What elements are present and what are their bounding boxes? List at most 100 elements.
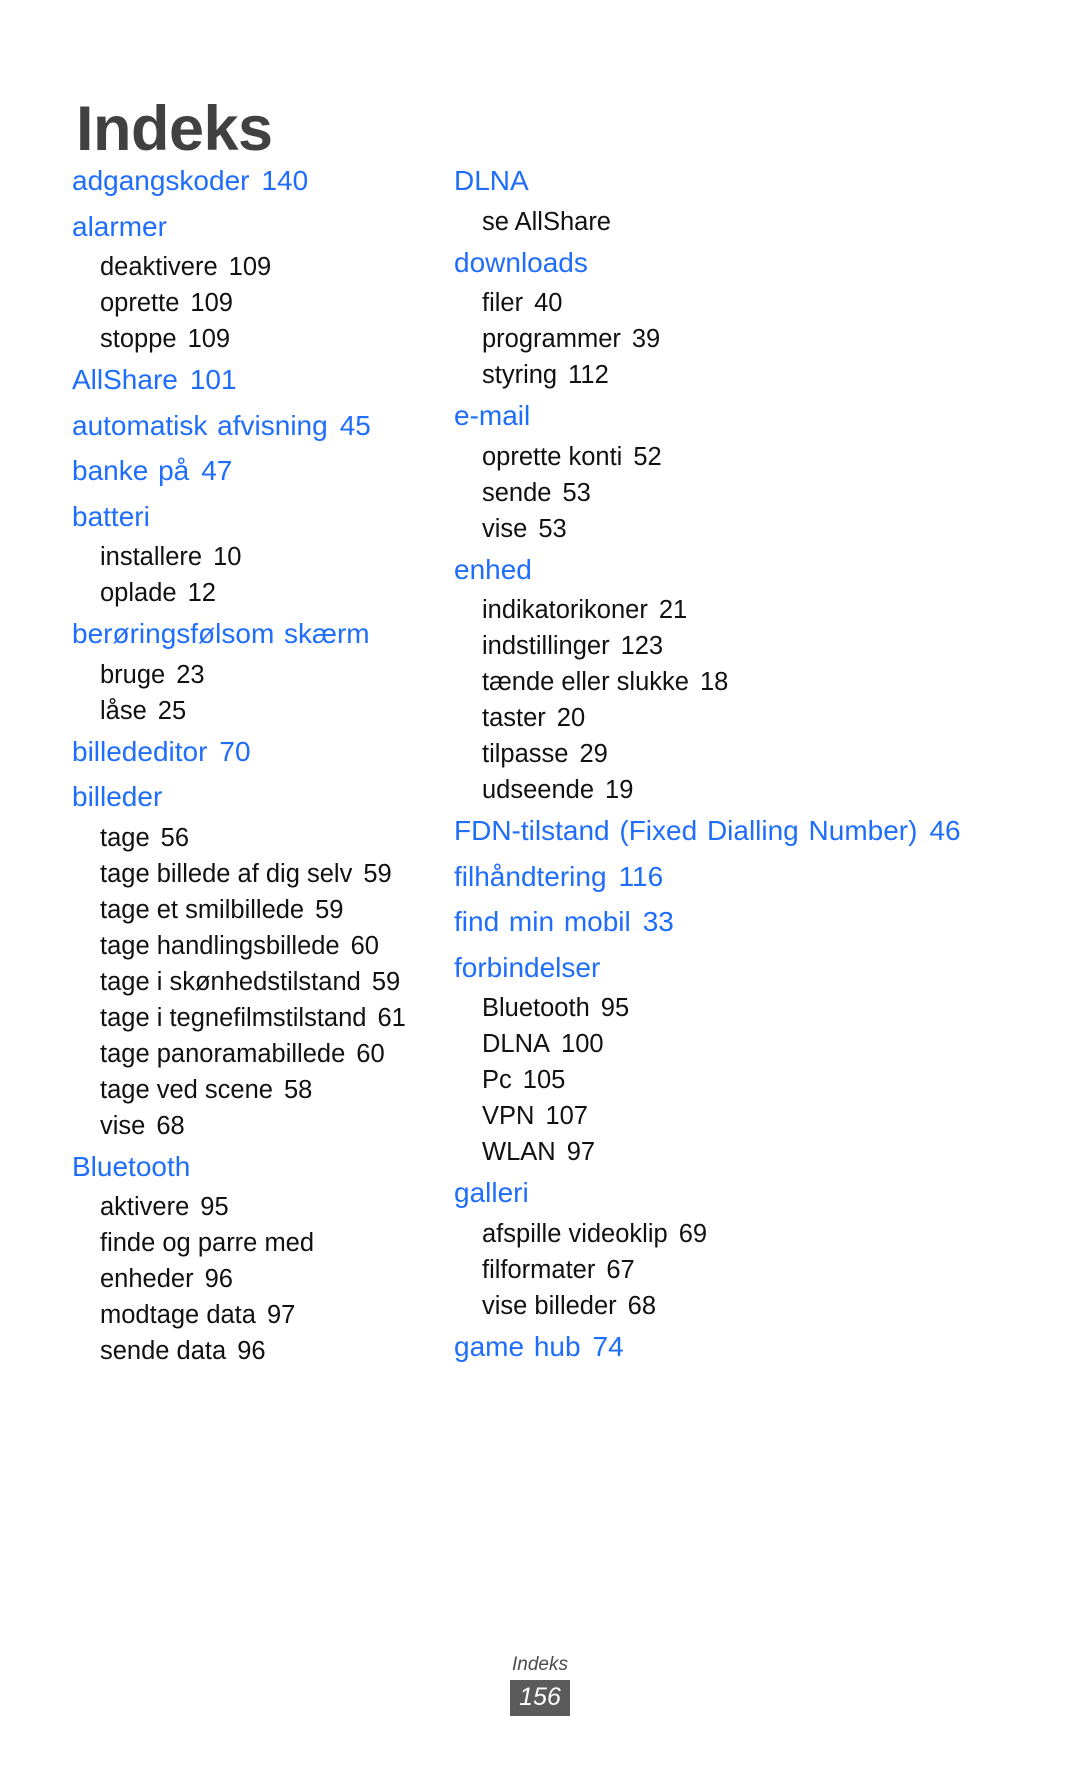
index-subentry[interactable]: VPN 107 (454, 1098, 1018, 1134)
index-entry-term-label: berøringsfølsom skærm (72, 618, 370, 649)
index-entry: e-mail oprette konti 52 sende 53 vise 53 (454, 393, 1018, 547)
index-subentry[interactable]: indikatorikoner 21 (454, 592, 1018, 628)
index-entry-term-label: billeder (72, 781, 163, 812)
index-subentry[interactable]: WLAN 97 (454, 1134, 1018, 1170)
index-entry-term[interactable]: filhåndtering 116 (454, 854, 1018, 900)
index-subentry[interactable]: installere 10 (72, 539, 424, 575)
index-subentry[interactable]: se AllShare (454, 204, 1018, 240)
index-subentry-page-number: 21 (658, 596, 688, 624)
index-entry-term[interactable]: berøringsfølsom skærm (72, 611, 424, 657)
index-subentry[interactable]: afspille videoklip 69 (454, 1216, 1018, 1252)
index-subentry[interactable]: vise 68 (72, 1108, 424, 1144)
index-subentry[interactable]: udseende 19 (454, 772, 1018, 808)
index-entry-term[interactable]: billeder (72, 774, 424, 820)
index-subentry-page-number: 40 (534, 289, 563, 317)
index-subentry-page-number: 58 (283, 1075, 313, 1104)
index-subentry-page-number: 67 (606, 1255, 635, 1284)
index-subentry[interactable]: tilpasse 29 (454, 736, 1018, 772)
index-entry-term[interactable]: adgangskoder 140 (72, 158, 424, 204)
index-entry: DLNA se AllShare (454, 158, 1018, 240)
index-subentry[interactable]: tage panoramabillede 60 (72, 1036, 424, 1072)
index-subentry[interactable]: oprette 109 (72, 285, 424, 321)
index-subentry[interactable]: programmer 39 (454, 321, 1018, 357)
index-subentry-page-number: 109 (228, 253, 272, 281)
index-entry-term[interactable]: automatisk afvisning 45 (72, 403, 424, 449)
index-subentry-page-number: 19 (605, 776, 634, 804)
index-entry: billededitor 70 (72, 729, 424, 775)
index-entry-term-label: DLNA (454, 165, 529, 196)
index-subentry-page-number: 59 (363, 859, 392, 888)
index-entry-page-number: 140 (261, 165, 309, 196)
index-subentry[interactable]: tage ved scene 58 (72, 1072, 424, 1108)
index-entry-term[interactable]: FDN-tilstand (Fixed Dialling Number) 46 (454, 808, 1018, 854)
index-subentry[interactable]: vise billeder 68 (454, 1288, 1018, 1324)
index-entry-term[interactable]: downloads (454, 240, 1018, 286)
index-subentry[interactable]: deaktivere 109 (72, 249, 424, 285)
index-entry-term[interactable]: Bluetooth (72, 1144, 424, 1190)
index-subentry[interactable]: Bluetooth 95 (454, 990, 1018, 1026)
index-entry-term-label: AllShare (72, 364, 178, 395)
index-subentry[interactable]: tage billede af dig selv 59 (72, 856, 424, 892)
index-entry-page-number: 101 (189, 364, 237, 395)
index-subentry[interactable]: tage handlingsbillede 60 (72, 928, 424, 964)
index-entry: automatisk afvisning 45 (72, 403, 424, 449)
index-subentry[interactable]: sende 53 (454, 475, 1018, 511)
index-entry-term[interactable]: alarmer (72, 204, 424, 250)
index-subentry[interactable]: sende data 96 (72, 1333, 424, 1369)
index-column-right: DLNA se AllShare downloads filer 40 programme… (428, 158, 1028, 1369)
index-subentry[interactable]: tænde eller slukke 18 (454, 664, 1018, 700)
index-entry-term[interactable]: AllShare 101 (72, 357, 424, 403)
index-entry-term[interactable]: DLNA (454, 158, 1018, 204)
index-subentry[interactable]: låse 25 (72, 693, 424, 729)
index-subentry[interactable]: styring 112 (454, 357, 1018, 393)
index-subentry-label: udseende (482, 776, 595, 804)
index-entry: Bluetooth aktivere 95 finde og parre med en… (72, 1144, 424, 1370)
index-subentry-label: vise billeder (482, 1291, 617, 1320)
index-subentry[interactable]: finde og parre med enheder 96 (72, 1225, 424, 1297)
index-entry-term[interactable]: e-mail (454, 393, 1018, 439)
index-entry-term[interactable]: game hub 74 (454, 1324, 1018, 1370)
index-entry-term[interactable]: batteri (72, 494, 424, 540)
index-entry: batteri installere 10 oplade 12 (72, 494, 424, 612)
index-subentry[interactable]: taster 20 (454, 700, 1018, 736)
index-subentry[interactable]: vise 53 (454, 511, 1018, 547)
index-entry-term[interactable]: forbindelser (454, 945, 1018, 991)
index-subentry-page-number: 68 (627, 1291, 657, 1320)
index-subentry[interactable]: Pc 105 (454, 1062, 1018, 1098)
index-subentry-page-number: 60 (350, 931, 379, 960)
index-subentry[interactable]: aktivere 95 (72, 1189, 424, 1225)
index-entry-page-number: 70 (219, 735, 251, 767)
index-subentry-page-number: 68 (156, 1111, 185, 1140)
index-subentry[interactable]: modtage data 97 (72, 1297, 424, 1333)
index-subentry-page-number: 18 (699, 668, 729, 696)
index-subentry[interactable]: tage i skønhedstilstand 59 (72, 964, 424, 1000)
index-subentry[interactable]: tage i tegnefilmstilstand 61 (72, 1000, 424, 1036)
index-entry-term-label: batteri (72, 500, 150, 532)
index-subentry-page-number: 109 (190, 289, 233, 317)
index-subentry[interactable]: tage 56 (72, 820, 424, 856)
index-subentry-page-number: 123 (620, 632, 664, 660)
index-entry-term[interactable]: billededitor 70 (72, 729, 424, 775)
index-subentry[interactable]: bruge 23 (72, 657, 424, 693)
index-subentry[interactable]: tage et smilbillede 59 (72, 892, 424, 928)
index-subentry[interactable]: DLNA 100 (454, 1026, 1018, 1062)
index-subentry-label: tage i tegnefilmstilstand (100, 1003, 367, 1032)
index-entry-term[interactable]: galleri (454, 1170, 1018, 1216)
index-subentry[interactable]: filer 40 (454, 285, 1018, 321)
index-subentry-label: filer (482, 289, 524, 317)
index-entry: AllShare 101 (72, 357, 424, 403)
index-subentry-page-number: 29 (579, 740, 608, 768)
index-entry-term[interactable]: banke på 47 (72, 448, 424, 494)
index-subentry-label: stoppe (100, 325, 177, 353)
index-subentry-page-number: 10 (213, 543, 242, 571)
index-entry-term[interactable]: find min mobil 33 (454, 899, 1018, 945)
index-subentry-label: tage i skønhedstilstand (100, 967, 361, 996)
index-subentry[interactable]: oprette konti 52 (454, 439, 1018, 475)
index-entry-term[interactable]: enhed (454, 547, 1018, 593)
index-subentry-label: oplade (100, 579, 177, 607)
index-subentry[interactable]: indstillinger 123 (454, 628, 1018, 664)
index-subentry[interactable]: stoppe 109 (72, 321, 424, 357)
index-subentry[interactable]: oplade 12 (72, 575, 424, 611)
index-subentry-page-number: 56 (160, 823, 190, 852)
index-subentry[interactable]: filformater 67 (454, 1252, 1018, 1288)
